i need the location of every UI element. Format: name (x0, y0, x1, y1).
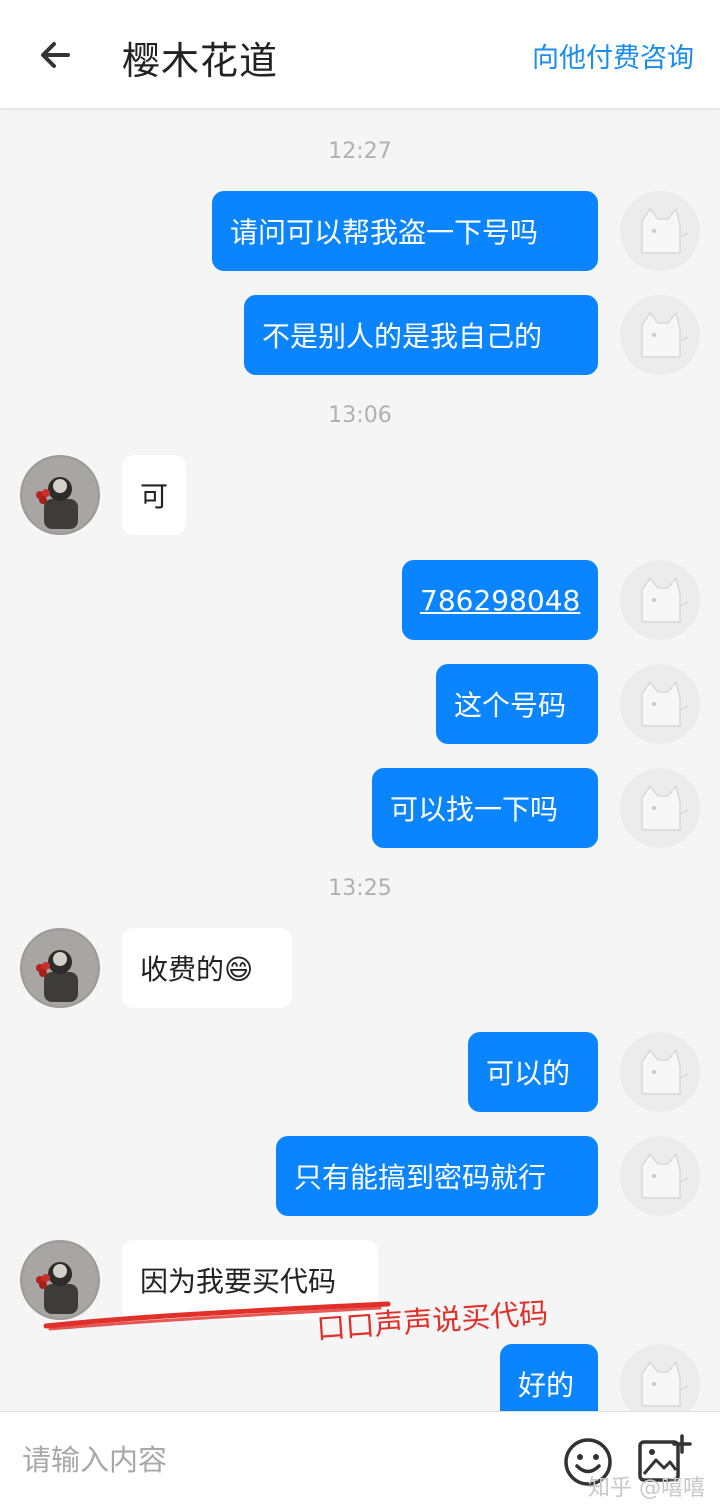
incoming-message: 收费的😄 (0, 928, 720, 1008)
contact-avatar[interactable] (20, 928, 100, 1008)
my-avatar[interactable] (620, 1032, 700, 1112)
outgoing-message: 好的 (0, 1344, 720, 1411)
message-bubble[interactable]: 好的 (500, 1344, 598, 1411)
message-bubble[interactable]: 不是别人的是我自己的 (244, 295, 598, 375)
zhihu-watermark: 知乎 @嘻嘻 (588, 1476, 705, 1501)
outgoing-message: 请问可以帮我盗一下号吗 (0, 191, 720, 271)
contact-avatar[interactable] (20, 455, 100, 535)
message-bubble[interactable]: 可 (122, 455, 186, 535)
message-bubble[interactable]: 请问可以帮我盗一下号吗 (212, 191, 598, 271)
paid-consult-button[interactable]: 向他付费咨询 (532, 36, 694, 75)
incoming-message: 可 (0, 455, 720, 535)
chat-header: 樱木花道 向他付费咨询 (0, 0, 720, 109)
outgoing-message: 只有能搞到密码就行 (0, 1136, 720, 1216)
my-avatar[interactable] (620, 295, 700, 375)
message-bubble[interactable]: 可以的 (468, 1032, 598, 1112)
outgoing-message: 这个号码 (0, 664, 720, 744)
timestamp: 12:27 (328, 139, 392, 164)
back-arrow-icon[interactable] (30, 28, 84, 82)
my-avatar[interactable] (620, 191, 700, 271)
message-list[interactable]: 12:27 请问可以帮我盗一下号吗不是别人的是我自己的 13:06 可 78629804… (0, 109, 720, 1411)
message-bubble[interactable]: 可以找一下吗 (372, 768, 598, 848)
timestamp: 13:25 (328, 876, 392, 901)
contact-name: 樱木花道 (122, 39, 279, 83)
my-avatar[interactable] (620, 1136, 700, 1216)
message-bubble-link[interactable]: 786298048 (402, 560, 598, 640)
input-bar: 知乎 @嘻嘻 (0, 1411, 720, 1507)
my-avatar[interactable] (620, 1344, 700, 1411)
timestamp: 13:06 (328, 403, 392, 428)
outgoing-message: 可以找一下吗 (0, 768, 720, 848)
message-bubble[interactable]: 收费的😄 (122, 928, 292, 1008)
outgoing-message: 可以的 (0, 1032, 720, 1112)
message-bubble[interactable]: 这个号码 (436, 664, 598, 744)
chat-screen: 樱木花道 向他付费咨询 12:27 请问可以帮我盗一下号吗不是别人的是我自己的 13… (0, 0, 720, 1507)
my-avatar[interactable] (620, 768, 700, 848)
message-bubble[interactable]: 只有能搞到密码就行 (276, 1136, 598, 1216)
my-avatar[interactable] (620, 664, 700, 744)
outgoing-message: 786298048 (0, 560, 720, 640)
message-input[interactable] (22, 1440, 522, 1480)
my-avatar[interactable] (620, 560, 700, 640)
outgoing-message: 不是别人的是我自己的 (0, 295, 720, 375)
